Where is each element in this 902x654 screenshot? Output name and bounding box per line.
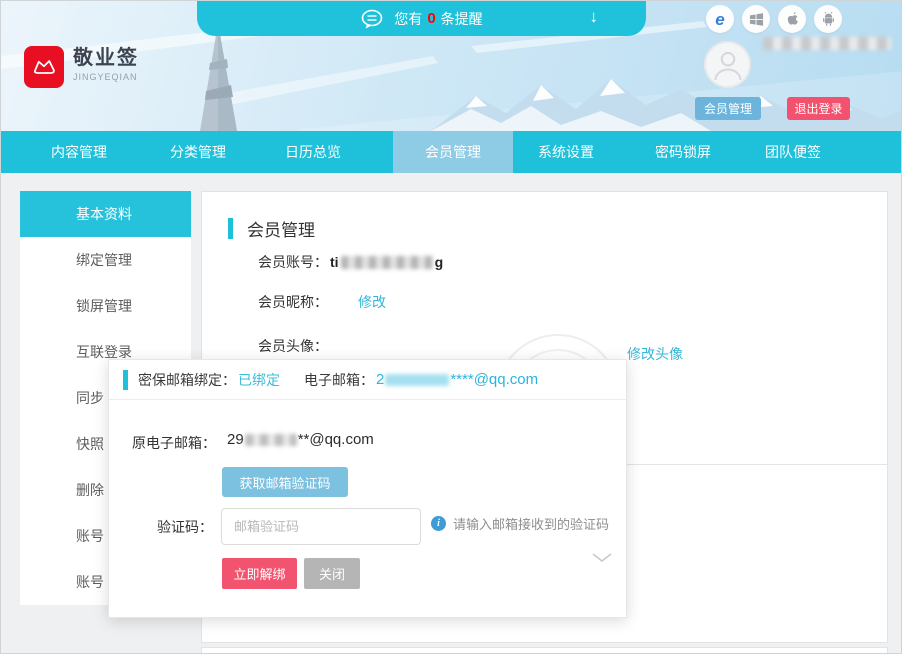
nickname-label: 会员昵称： xyxy=(258,292,328,312)
tab-member-manage[interactable]: 会员管理 xyxy=(393,131,513,173)
page-title: 会员管理 xyxy=(247,216,315,241)
code-hint: i 请输入邮箱接收到的验证码 xyxy=(431,514,609,533)
avatar xyxy=(704,41,751,88)
dialog-accent-bar xyxy=(123,370,128,390)
bound-email-value: 2 ****@qq.com xyxy=(376,371,538,388)
username-redacted xyxy=(763,37,891,50)
unbind-button[interactable]: 立即解绑 xyxy=(222,558,297,589)
notification-count: 0 xyxy=(427,10,435,27)
email-label: 电子邮箱： xyxy=(304,370,374,390)
avatar-row: 会员头像： xyxy=(258,336,328,356)
down-arrow-icon[interactable]: ↓ xyxy=(590,7,599,27)
app-logo: 敬业签 JINGYEQIAN xyxy=(24,46,139,88)
get-code-button[interactable]: 获取邮箱验证码 xyxy=(222,467,348,497)
email-bind-label: 密保邮箱绑定： xyxy=(138,370,236,390)
person-icon xyxy=(708,45,748,85)
ie-browser-icon[interactable]: e xyxy=(706,5,734,33)
dialog-body: 原电子邮箱： 29 **@qq.com 获取邮箱验证码 验证码： i 请输入邮箱… xyxy=(109,400,626,618)
apple-icon[interactable] xyxy=(778,5,806,33)
sidebar-item-basic-info[interactable]: 基本资料 xyxy=(20,191,191,237)
account-row: 会员账号： ti g xyxy=(258,252,443,272)
platform-icons: e xyxy=(706,5,842,33)
account-suffix: g xyxy=(435,254,444,270)
nickname-row: 会员昵称： 修改 xyxy=(258,292,386,312)
logo-icon xyxy=(24,46,64,88)
code-input[interactable] xyxy=(221,508,421,545)
notification-text-suffix: 条提醒 xyxy=(441,9,483,29)
code-hint-text: 请输入邮箱接收到的验证码 xyxy=(453,514,609,533)
section-accent-bar xyxy=(228,218,233,239)
tab-password-lock[interactable]: 密码锁屏 xyxy=(623,131,743,173)
old-email-prefix: 29 xyxy=(227,431,244,448)
brand-name: 敬业签 xyxy=(73,46,139,70)
account-label: 会员账号： xyxy=(258,252,328,272)
email-prefix: 2 xyxy=(376,371,384,388)
sidebar-item-lockscreen[interactable]: 锁屏管理 xyxy=(20,283,191,329)
account-prefix: ti xyxy=(330,254,339,270)
tab-calendar-overview[interactable]: 日历总览 xyxy=(253,131,373,173)
old-email-value: 29 **@qq.com xyxy=(227,431,374,448)
sidebar-item-binding[interactable]: 绑定管理 xyxy=(20,237,191,283)
email-redacted xyxy=(385,374,449,386)
dialog-header: 密保邮箱绑定： 已绑定 电子邮箱： 2 ****@qq.com xyxy=(109,360,626,400)
close-button[interactable]: 关闭 xyxy=(304,558,360,589)
main-nav: 内容管理 分类管理 日历总览 会员管理 系统设置 密码锁屏 团队便签 xyxy=(1,131,902,173)
info-icon: i xyxy=(431,516,446,531)
page: 敬业签 JINGYEQIAN 您有 0 条提醒 ↓ e xyxy=(0,0,902,654)
old-email-redacted xyxy=(245,434,297,446)
old-email-label: 原电子邮箱： xyxy=(132,433,216,453)
brand-subtitle: JINGYEQIAN xyxy=(73,72,139,82)
member-manage-button[interactable]: 会员管理 xyxy=(695,97,761,120)
tab-category-manage[interactable]: 分类管理 xyxy=(138,131,258,173)
next-section-panel xyxy=(201,647,888,654)
nickname-edit-link[interactable]: 修改 xyxy=(358,292,386,312)
header-banner: 敬业签 JINGYEQIAN 您有 0 条提醒 ↓ e xyxy=(1,1,902,131)
windows-icon[interactable] xyxy=(742,5,770,33)
code-label: 验证码： xyxy=(157,517,213,537)
notification-text-prefix: 您有 xyxy=(394,9,422,29)
email-bind-status: 已绑定 xyxy=(238,370,280,390)
tab-system-settings[interactable]: 系统设置 xyxy=(506,131,626,173)
email-suffix: ****@qq.com xyxy=(450,371,538,388)
message-bubble-icon xyxy=(360,9,384,29)
email-unbind-dialog: 密保邮箱绑定： 已绑定 电子邮箱： 2 ****@qq.com 原电子邮箱： 2… xyxy=(108,359,627,618)
notification-bar[interactable]: 您有 0 条提醒 ↓ xyxy=(197,1,646,36)
tab-content-manage[interactable]: 内容管理 xyxy=(19,131,139,173)
tab-team-notes[interactable]: 团队便签 xyxy=(733,131,853,173)
android-icon[interactable] xyxy=(814,5,842,33)
avatar-label: 会员头像： xyxy=(258,336,328,356)
chevron-down-icon[interactable] xyxy=(591,552,613,563)
account-redacted xyxy=(341,256,433,269)
old-email-suffix: **@qq.com xyxy=(298,431,374,448)
avatar-edit-link[interactable]: 修改头像 xyxy=(627,344,683,364)
logout-button[interactable]: 退出登录 xyxy=(787,97,850,120)
